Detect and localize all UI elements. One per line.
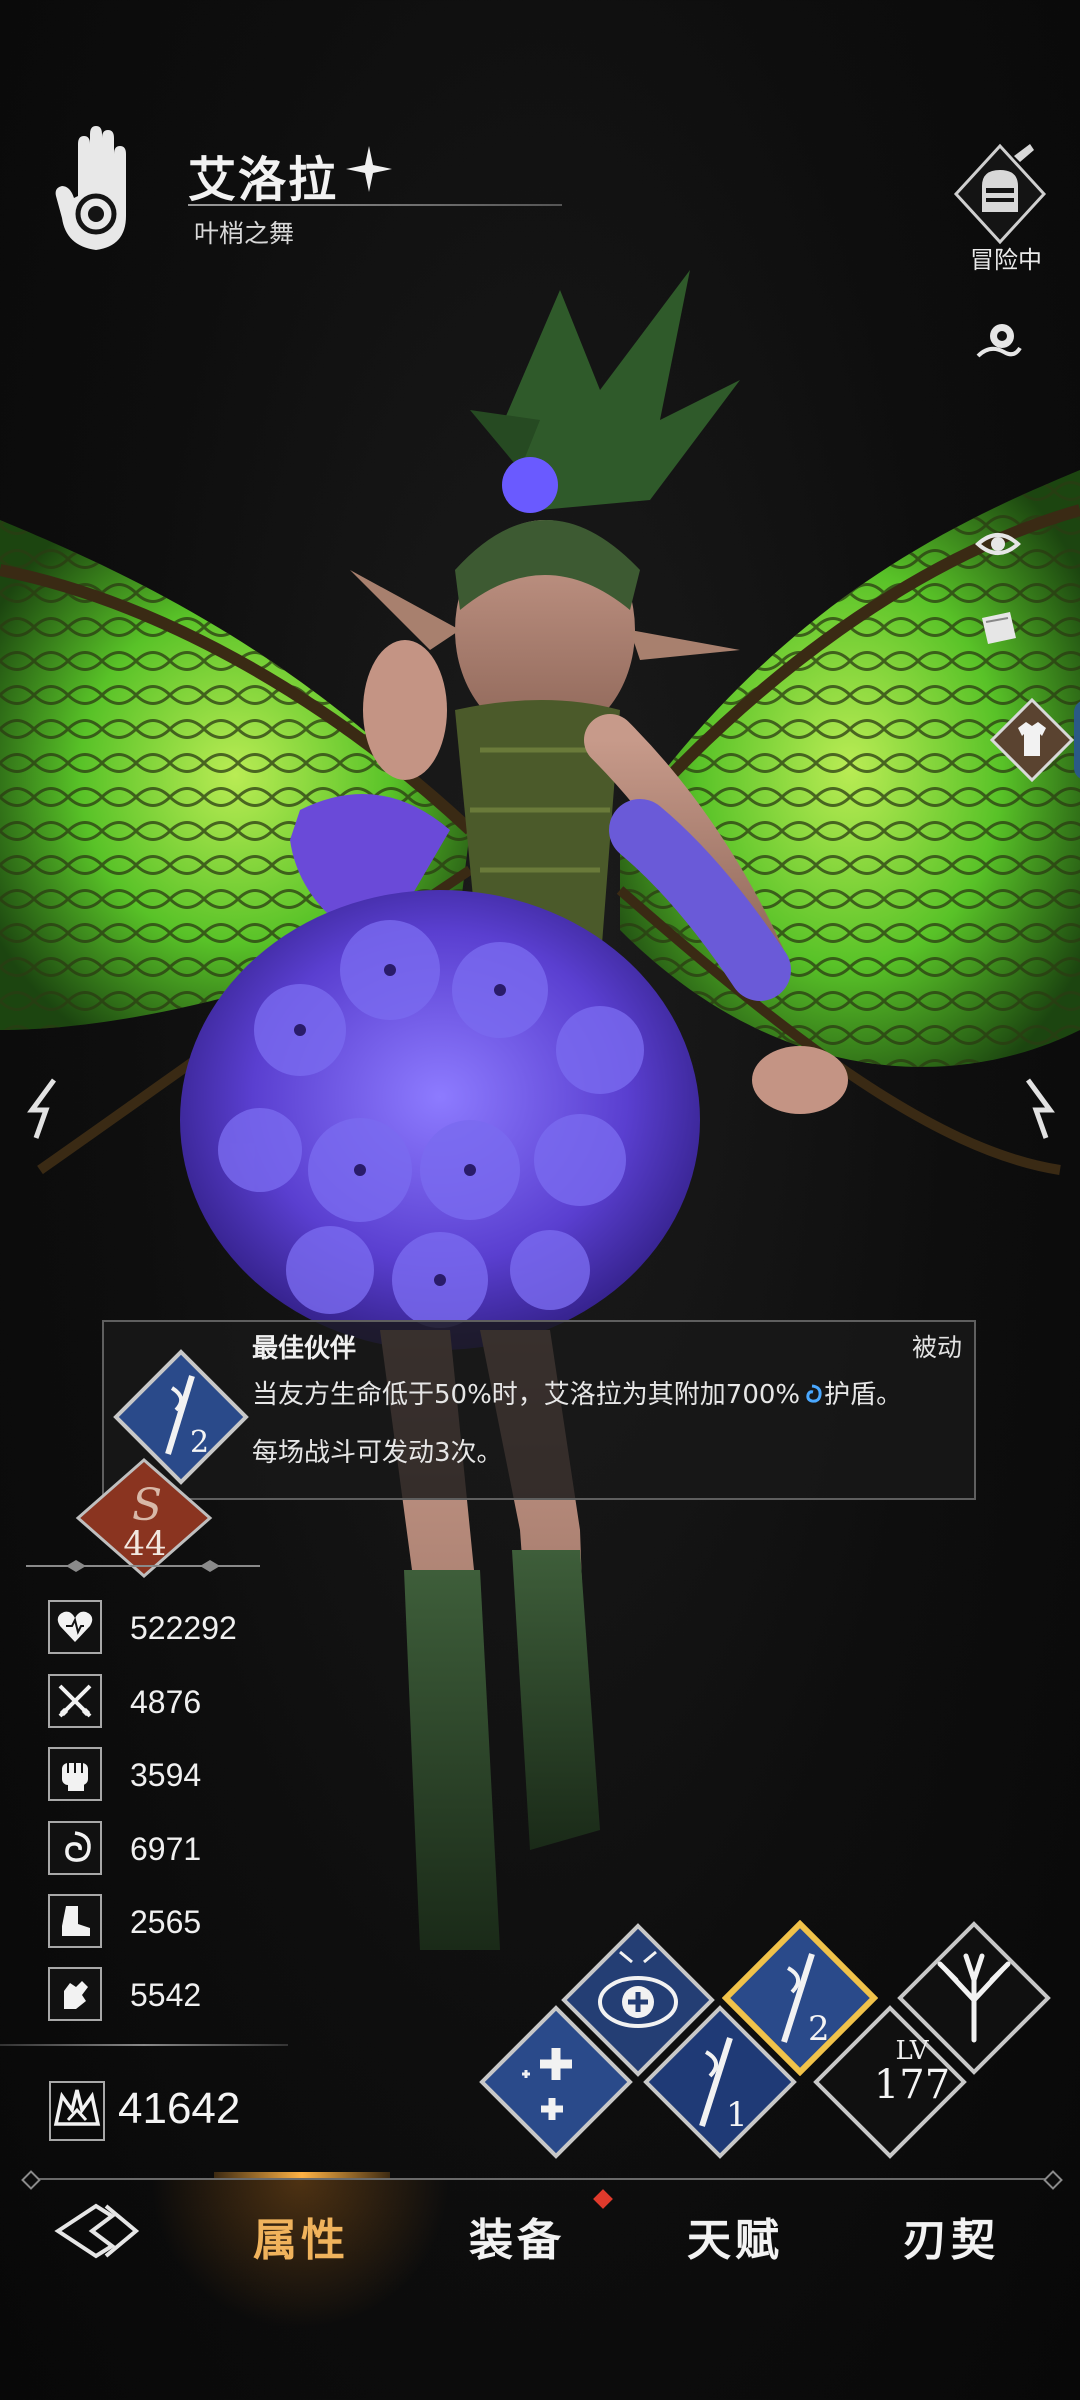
stat-strength: 3594: [48, 1747, 328, 1803]
stat-value: 5542: [130, 1977, 202, 2013]
boot-icon: [48, 1894, 102, 1948]
character-name: 艾洛拉: [188, 152, 339, 208]
stat-attack: 4876: [48, 1674, 328, 1730]
stat-defense: 5542: [48, 1967, 328, 2023]
card-icon[interactable]: [974, 604, 1022, 652]
stats-divider: [26, 1560, 260, 1572]
stat-value: 6971: [130, 1831, 202, 1867]
stat-value: 522292: [130, 1610, 237, 1646]
knight-helmet-icon[interactable]: [952, 142, 1048, 252]
camera-icon[interactable]: [974, 318, 1022, 366]
buff-skill-slot[interactable]: [478, 2004, 634, 2160]
side-panel-handle[interactable]: [1074, 700, 1080, 780]
notification-dot: [593, 2189, 613, 2209]
skill-description-line1: 当友方生命低于50%时，艾洛拉为其附加700% 护盾。: [252, 1374, 902, 1411]
tab-talent[interactable]: 天赋: [660, 2204, 810, 2268]
passive-1-skill-slot[interactable]: 1: [642, 2004, 798, 2160]
adventure-status: 冒险中: [970, 246, 1042, 274]
name-divider: [188, 204, 562, 206]
active-tab-indicator: [214, 2172, 390, 2178]
outfit-icon[interactable]: [990, 698, 1074, 782]
heart-icon: [48, 1600, 102, 1654]
skill-description-before: 当友方生命低于50%时，艾洛拉为其附加700%: [252, 1380, 801, 1410]
stat-magic: 6971: [48, 1821, 328, 1877]
skill-name: 最佳伙伴: [252, 1334, 357, 1364]
level-value: 177: [873, 2062, 951, 2108]
stats-divider: [0, 2044, 288, 2046]
eye-icon[interactable]: [974, 520, 1022, 568]
stat-speed: 2565: [48, 1894, 328, 1950]
character-artwork: [0, 270, 1080, 1950]
skill-description-line2: 每场战斗可发动3次。: [252, 1438, 503, 1468]
skill-type: 被动: [912, 1333, 963, 1362]
next-character-arrow-icon[interactable]: [1014, 1076, 1060, 1142]
star-icon: [346, 146, 392, 192]
skill-number: 2: [190, 1425, 209, 1460]
character-title: 叶梢之舞: [194, 219, 295, 248]
back-emblem-icon[interactable]: [52, 2198, 142, 2264]
nav-divider: [30, 2178, 1054, 2180]
crossed-swords-icon: [48, 1674, 102, 1728]
skill-label: 1: [726, 2095, 748, 2135]
swirl-icon: [806, 1384, 822, 1403]
stat-hp: 522292: [48, 1600, 328, 1656]
skill-description-after: 护盾。: [824, 1380, 903, 1410]
fist-icon: [48, 1747, 102, 1801]
stat-value: 3594: [130, 1757, 202, 1793]
hand-emblem-icon: [55, 126, 126, 250]
stat-value: 2565: [130, 1904, 202, 1940]
tab-attributes[interactable]: 属性: [226, 2204, 376, 2268]
previous-character-arrow-icon[interactable]: [22, 1076, 68, 1142]
swirl-icon: [48, 1821, 102, 1875]
power-crown-icon: [49, 2081, 105, 2141]
gauntlet-icon: [48, 1967, 102, 2021]
tab-bond[interactable]: 刃契: [876, 2204, 1026, 2268]
tab-equipment[interactable]: 装备: [442, 2204, 592, 2268]
rank-number: 44: [123, 1524, 167, 1564]
stat-value: 4876: [130, 1684, 202, 1720]
power-value: 41642: [118, 2084, 241, 2133]
